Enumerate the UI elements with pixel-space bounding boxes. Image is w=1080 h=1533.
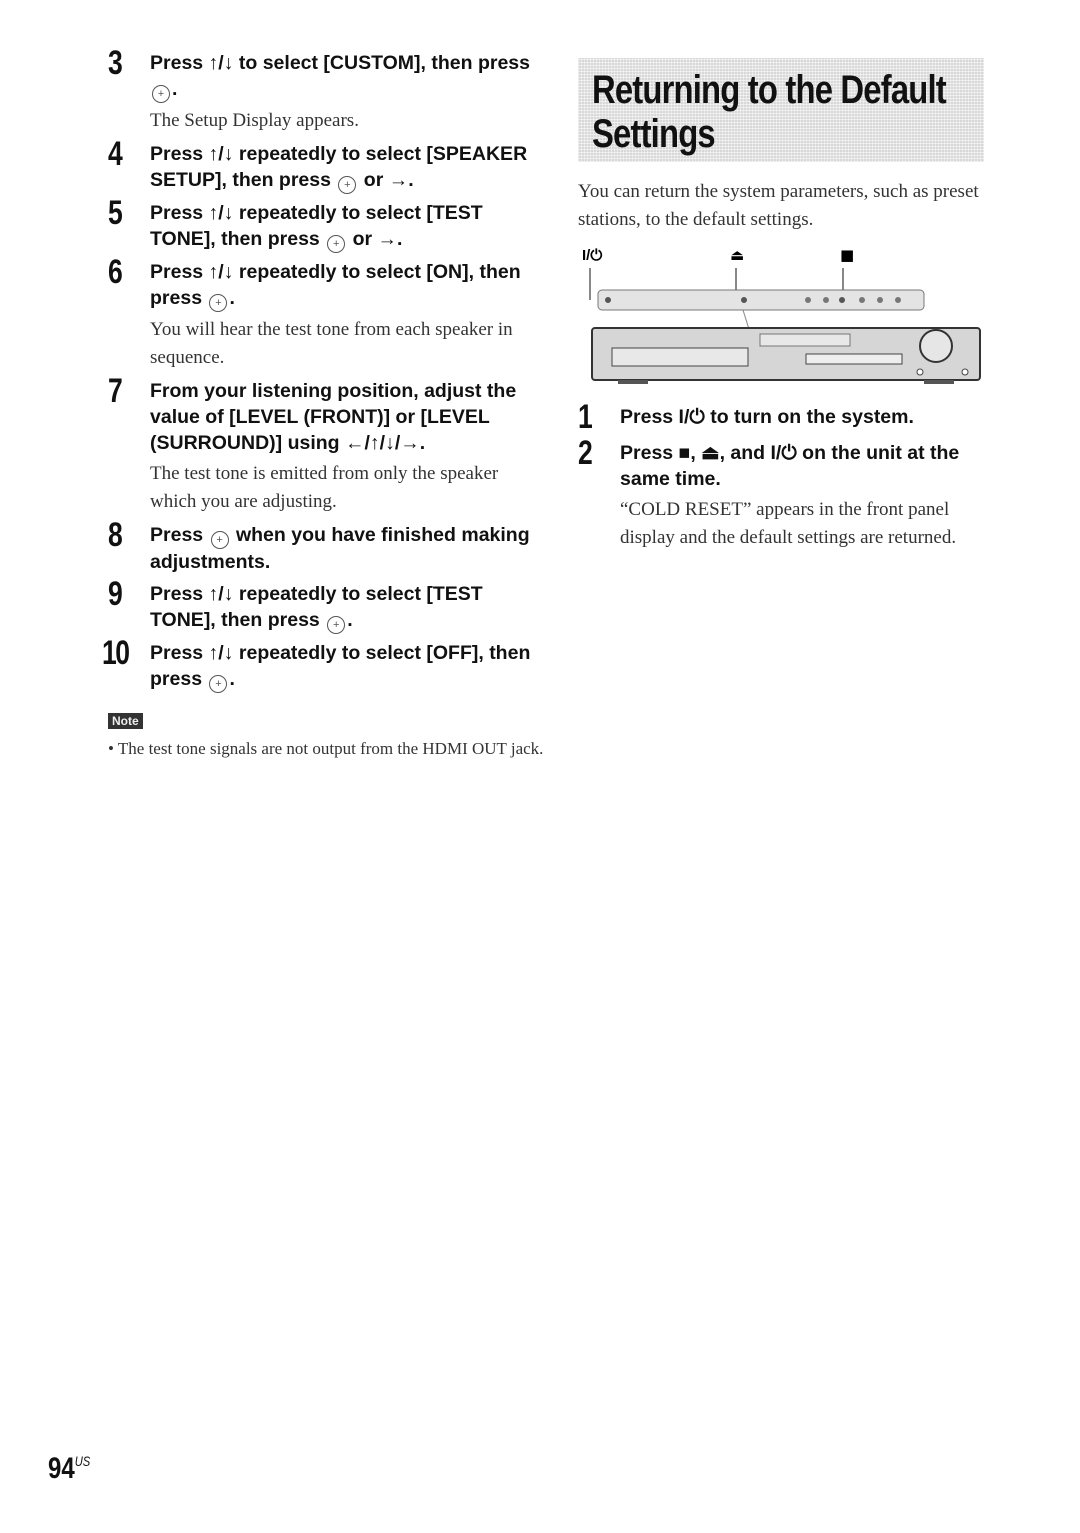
eject-button	[741, 297, 747, 303]
panel-button	[895, 297, 901, 303]
right-column: Returning to the Default Settings You ca…	[578, 58, 998, 556]
page-number-value: 94	[48, 1452, 75, 1485]
front-panel-diagram: I/⏻ ⏏ ■	[582, 246, 981, 384]
step-9: 9 Press ↑/↓ repeatedly to select [TEST T…	[108, 575, 548, 634]
step-title-text: Press ↑/↓ to select [CUSTOM], then press	[150, 52, 530, 74]
step-title-text: .	[347, 609, 353, 631]
step-title: Press ↑/↓ repeatedly to select [SPEAKER …	[150, 141, 548, 194]
step-4: 4 Press ↑/↓ repeatedly to select [SPEAKE…	[108, 135, 548, 194]
step-title-text: Press ↑/↓ repeatedly to select [ON], the…	[150, 261, 521, 309]
enter-button-icon: +	[338, 176, 357, 194]
reset-step-1: 1 Press I/⏻ to turn on the system.	[578, 398, 998, 436]
enter-button-icon: +	[210, 531, 229, 549]
step-title-text: .	[172, 78, 178, 100]
step-title-text: Press ↑/↓ repeatedly to select [OFF], th…	[150, 642, 531, 690]
enter-button-icon: +	[209, 294, 228, 312]
section-heading: Returning to the Default Settings	[578, 58, 984, 162]
button-row	[805, 353, 903, 365]
step-7: 7 From your listening position, adjust t…	[108, 372, 548, 516]
reset-step-2: 2 Press ■, ⏏, and I/⏻ on the unit at the…	[578, 434, 998, 552]
enter-button-icon: +	[152, 85, 170, 103]
step-body: The Setup Display appears.	[150, 110, 359, 131]
step-title-text: or →.	[347, 228, 403, 250]
step-number: 3	[108, 44, 123, 82]
jack	[916, 368, 924, 376]
device-illustration: I/⏻ ⏏ ■	[578, 242, 998, 392]
step-number: 2	[578, 434, 593, 472]
step-8: 8 Press + when you have finished making …	[108, 516, 548, 575]
step-number: 7	[108, 372, 123, 410]
step-number: 1	[578, 398, 593, 436]
panel-button	[823, 297, 829, 303]
step-3: 3 Press ↑/↓ to select [CUSTOM], then pre…	[108, 44, 548, 135]
step-title: Press ↑/↓ repeatedly to select [TEST TON…	[150, 200, 548, 253]
step-body: “COLD RESET” appears in the front panel …	[620, 499, 957, 548]
display-window	[611, 347, 749, 367]
foot	[618, 380, 648, 384]
heading-line-2: Settings	[592, 112, 716, 156]
stop-button	[839, 297, 845, 303]
step-number: 6	[108, 253, 123, 291]
step-title-text: Press ↑/↓ repeatedly to select [TEST TON…	[150, 583, 483, 631]
step-title-text: .	[229, 287, 235, 309]
step-title: Press ↑/↓ repeatedly to select [OFF], th…	[150, 640, 548, 693]
top-button-strip	[597, 289, 925, 311]
step-title: Press ↑/↓ repeatedly to select [TEST TON…	[150, 581, 548, 634]
volume-knob	[919, 329, 953, 363]
note-text: • The test tone signals are not output f…	[108, 739, 544, 758]
step-number: 10	[102, 634, 130, 672]
step-number: 5	[108, 194, 123, 232]
panel-button	[877, 297, 883, 303]
step-title-text: .	[229, 668, 235, 690]
step-title-text: Press	[150, 524, 209, 546]
power-button	[605, 297, 611, 303]
step-number: 9	[108, 575, 123, 613]
enter-button-icon: +	[327, 616, 346, 634]
note-badge: Note	[108, 713, 143, 729]
enter-button-icon: +	[327, 235, 346, 253]
step-number: 4	[108, 135, 123, 173]
stop-label: ■	[840, 246, 854, 264]
step-title: Press ■, ⏏, and I/⏻ on the unit at the s…	[620, 442, 960, 490]
panel-button	[859, 297, 865, 303]
section-intro: You can return the system parameters, su…	[578, 181, 979, 230]
step-title-text: Press ↑/↓ repeatedly to select [TEST TON…	[150, 202, 483, 250]
step-10: 10 Press ↑/↓ repeatedly to select [OFF],…	[102, 634, 548, 693]
step-body: The test tone is emitted from only the s…	[150, 463, 499, 512]
step-title: Press + when you have finished making ad…	[150, 522, 548, 575]
step-title: Press ↑/↓ to select [CUSTOM], then press…	[150, 50, 548, 103]
enter-button-icon: +	[209, 675, 228, 693]
disc-tray	[759, 333, 851, 347]
page-number: 94US	[48, 1452, 90, 1486]
foot	[924, 380, 954, 384]
step-title: Press ↑/↓ repeatedly to select [ON], the…	[150, 259, 548, 312]
step-title: Press I/⏻ to turn on the system.	[620, 406, 914, 428]
power-label: I/⏻	[582, 247, 602, 264]
jack	[961, 368, 969, 376]
step-title: From your listening position, adjust the…	[150, 380, 517, 454]
eject-label: ⏏	[730, 246, 744, 264]
heading-line-1: Returning to the Default	[592, 68, 947, 112]
step-6: 6 Press ↑/↓ repeatedly to select [ON], t…	[108, 253, 548, 372]
step-body: You will hear the test tone from each sp…	[150, 319, 513, 368]
step-number: 8	[108, 516, 123, 554]
step-5: 5 Press ↑/↓ repeatedly to select [TEST T…	[108, 194, 548, 253]
page-region-suffix: US	[74, 1453, 91, 1469]
panel-button	[805, 297, 811, 303]
step-title-text: or →.	[358, 169, 414, 191]
left-column: 3 Press ↑/↓ to select [CUSTOM], then pre…	[102, 44, 548, 762]
